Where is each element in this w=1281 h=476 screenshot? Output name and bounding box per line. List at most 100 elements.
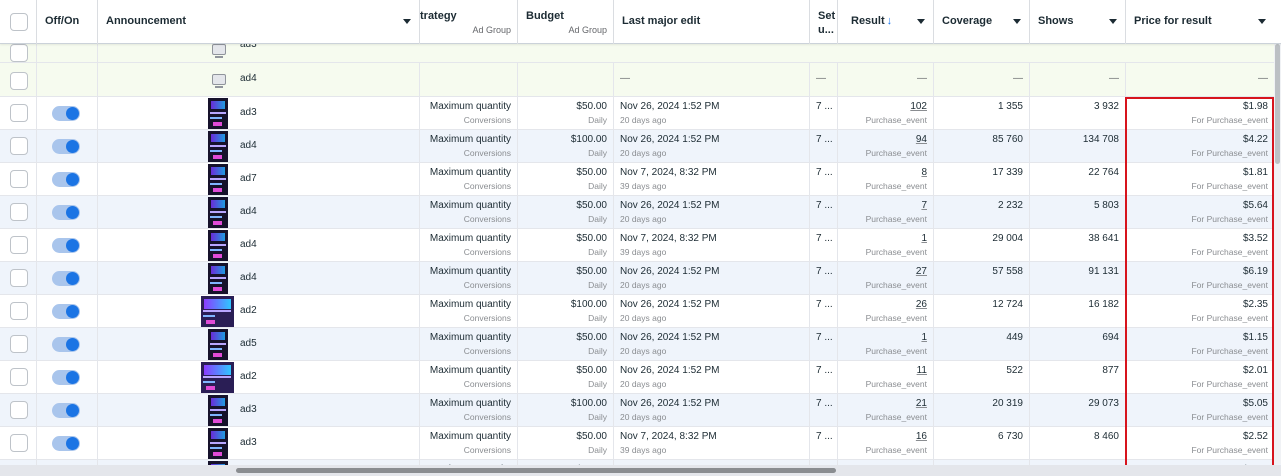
table-row[interactable]: ad4 Maximum quantity Conversions $50.00 … xyxy=(0,262,1281,295)
result-cell: — xyxy=(838,63,934,96)
ad-name[interactable]: ad4 xyxy=(240,140,257,151)
header-onoff[interactable]: Off/On xyxy=(37,0,98,44)
header-strategy[interactable]: trategy Ad Group xyxy=(420,0,518,44)
ad-thumbnail[interactable] xyxy=(208,395,228,426)
row-checkbox[interactable] xyxy=(10,401,28,419)
table-row-draft[interactable]: ad4 — — — — — — xyxy=(0,63,1281,97)
chevron-down-icon[interactable] xyxy=(1109,19,1117,24)
row-checkbox[interactable] xyxy=(10,269,28,287)
result-link[interactable]: 7 xyxy=(921,200,927,211)
ad-thumbnail[interactable] xyxy=(201,296,234,327)
header-result[interactable]: Result ↓ xyxy=(838,0,934,44)
strategy-value: Maximum quantity xyxy=(429,266,511,277)
ad-name[interactable]: ad7 xyxy=(240,173,257,184)
ad-name[interactable]: ad3 xyxy=(240,404,257,415)
ad-name[interactable]: ad3 xyxy=(240,107,257,118)
result-link[interactable]: 1 xyxy=(921,233,927,244)
row-checkbox[interactable] xyxy=(10,203,28,221)
table-row[interactable]: ad5 Maximum quantity Conversions $50.00 … xyxy=(0,328,1281,361)
ad-thumbnail[interactable] xyxy=(208,329,228,360)
table-row[interactable]: ad2 Maximum quantity Conversions $100.00… xyxy=(0,295,1281,328)
header-shows[interactable]: Shows xyxy=(1030,0,1126,44)
ad-thumbnail[interactable] xyxy=(208,197,228,228)
header-announcement[interactable]: Announcement xyxy=(98,0,420,44)
ad-status-toggle[interactable] xyxy=(52,172,80,187)
ad-thumbnail[interactable] xyxy=(208,164,228,195)
header-price[interactable]: Price for result xyxy=(1126,0,1274,44)
ad-status-toggle[interactable] xyxy=(52,205,80,220)
header-budget[interactable]: Budget Ad Group xyxy=(518,0,614,44)
result-link[interactable]: 21 xyxy=(916,398,927,409)
result-link[interactable]: 1 xyxy=(921,332,927,343)
ad-name[interactable]: ad4 xyxy=(240,206,257,217)
select-all-checkbox[interactable] xyxy=(10,13,28,31)
row-checkbox[interactable] xyxy=(10,368,28,386)
vertical-scrollbar-thumb[interactable] xyxy=(1275,44,1280,164)
coverage-value: 20 319 xyxy=(992,398,1023,409)
strategy-sub: Conversions xyxy=(463,280,511,290)
chevron-down-icon[interactable] xyxy=(917,19,925,24)
setup-value: 7 ... xyxy=(816,299,833,310)
table-row[interactable]: ad3 Maximum quantity Conversions $50.00 … xyxy=(0,427,1281,460)
strategy-sub: Conversions xyxy=(463,445,511,455)
result-link[interactable]: 16 xyxy=(916,431,927,442)
ad-name[interactable]: ad5 xyxy=(240,338,257,349)
ad-name[interactable]: ad3 xyxy=(240,437,257,448)
table-row[interactable]: ad7 Maximum quantity Conversions $50.00 … xyxy=(0,163,1281,196)
row-checkbox[interactable] xyxy=(10,236,28,254)
horizontal-scrollbar-thumb[interactable] xyxy=(236,468,836,473)
ad-name[interactable]: ad4 xyxy=(240,272,257,283)
result-link[interactable]: 94 xyxy=(916,134,927,145)
table-row[interactable]: ad2 Maximum quantity Conversions $50.00 … xyxy=(0,361,1281,394)
table-row[interactable]: ad4 Maximum quantity Conversions $50.00 … xyxy=(0,229,1281,262)
table-row[interactable]: ad3 Maximum quantity Conversions $50.00 … xyxy=(0,97,1281,130)
row-checkbox[interactable] xyxy=(10,72,28,90)
ad-status-toggle[interactable] xyxy=(52,271,80,286)
header-last-edit[interactable]: Last major edit xyxy=(614,0,810,44)
ad-status-toggle[interactable] xyxy=(52,106,80,121)
row-checkbox[interactable] xyxy=(10,335,28,353)
ad-status-toggle[interactable] xyxy=(52,238,80,253)
row-checkbox[interactable] xyxy=(10,104,28,122)
ad-name[interactable]: ad4 xyxy=(240,239,257,250)
header-shows-label: Shows xyxy=(1038,15,1074,27)
ad-status-toggle[interactable] xyxy=(52,370,80,385)
ad-name[interactable]: ad2 xyxy=(240,305,257,316)
ad-thumbnail[interactable] xyxy=(208,428,228,459)
ad-thumbnail[interactable] xyxy=(208,98,228,129)
chevron-down-icon[interactable] xyxy=(1013,19,1021,24)
shows-value: 16 182 xyxy=(1088,299,1119,310)
result-link[interactable]: 27 xyxy=(916,266,927,277)
ad-thumbnail[interactable] xyxy=(208,131,228,162)
ad-status-toggle[interactable] xyxy=(52,403,80,418)
horizontal-scrollbar[interactable] xyxy=(0,465,1281,476)
ad-name[interactable]: ad4 xyxy=(240,73,257,84)
ad-status-toggle[interactable] xyxy=(52,337,80,352)
row-checkbox[interactable] xyxy=(10,302,28,320)
chevron-down-icon[interactable] xyxy=(1258,19,1266,24)
ad-thumbnail[interactable] xyxy=(208,230,228,261)
ad-status-toggle[interactable] xyxy=(52,304,80,319)
result-link[interactable]: 11 xyxy=(917,365,927,376)
row-checkbox[interactable] xyxy=(10,170,28,188)
ad-status-toggle[interactable] xyxy=(52,436,80,451)
ad-status-toggle[interactable] xyxy=(52,139,80,154)
last-edit-cell: Nov 26, 2024 1:52 PM 20 days ago xyxy=(614,328,810,361)
chevron-down-icon[interactable] xyxy=(403,19,411,24)
header-coverage[interactable]: Coverage xyxy=(934,0,1030,44)
row-checkbox[interactable] xyxy=(10,434,28,452)
onoff-cell xyxy=(37,427,98,460)
row-checkbox[interactable] xyxy=(10,137,28,155)
table-row[interactable]: ad4 Maximum quantity Conversions $50.00 … xyxy=(0,196,1281,229)
table-row[interactable]: ad4 Maximum quantity Conversions $100.00… xyxy=(0,130,1281,163)
ad-thumbnail[interactable] xyxy=(208,263,228,294)
vertical-scrollbar[interactable] xyxy=(1274,44,1281,464)
header-setup[interactable]: Set u... xyxy=(810,0,838,44)
ad-thumbnail[interactable] xyxy=(201,362,234,393)
row-checkbox[interactable] xyxy=(10,44,28,62)
result-link[interactable]: 102 xyxy=(910,101,927,112)
ad-name[interactable]: ad2 xyxy=(240,371,257,382)
result-link[interactable]: 26 xyxy=(916,299,927,310)
table-row[interactable]: ad3 Maximum quantity Conversions $100.00… xyxy=(0,394,1281,427)
result-link[interactable]: 8 xyxy=(921,167,927,178)
